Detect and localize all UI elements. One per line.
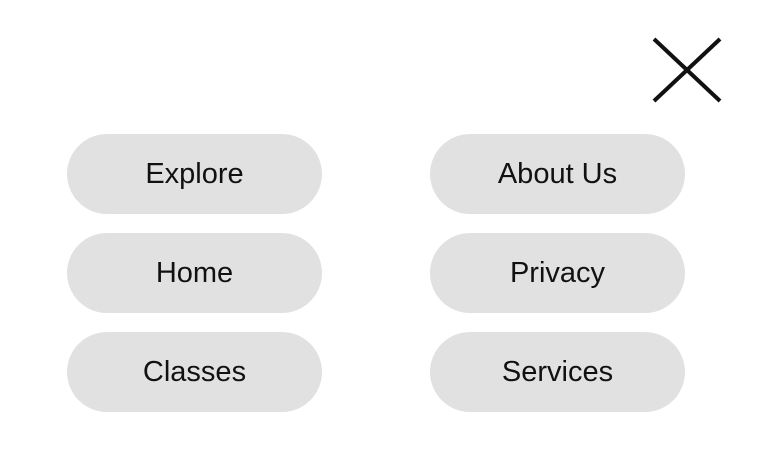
nav-menu: Explore About Us Home Privacy Classes Se… — [67, 134, 685, 412]
menu-item-label: Explore — [145, 157, 244, 190]
close-icon — [652, 37, 722, 103]
menu-item-explore[interactable]: Explore — [67, 134, 322, 214]
menu-item-classes[interactable]: Classes — [67, 332, 322, 412]
menu-item-label: About Us — [497, 157, 618, 190]
close-button[interactable] — [648, 33, 726, 107]
menu-item-services[interactable]: Services — [430, 332, 685, 412]
menu-item-label: Privacy — [509, 256, 606, 289]
menu-item-home[interactable]: Home — [67, 233, 322, 313]
menu-item-label: Services — [501, 355, 614, 388]
menu-item-label: Home — [155, 256, 234, 289]
menu-item-label: Classes — [142, 355, 247, 388]
menu-item-about-us[interactable]: About Us — [430, 134, 685, 214]
menu-item-privacy[interactable]: Privacy — [430, 233, 685, 313]
